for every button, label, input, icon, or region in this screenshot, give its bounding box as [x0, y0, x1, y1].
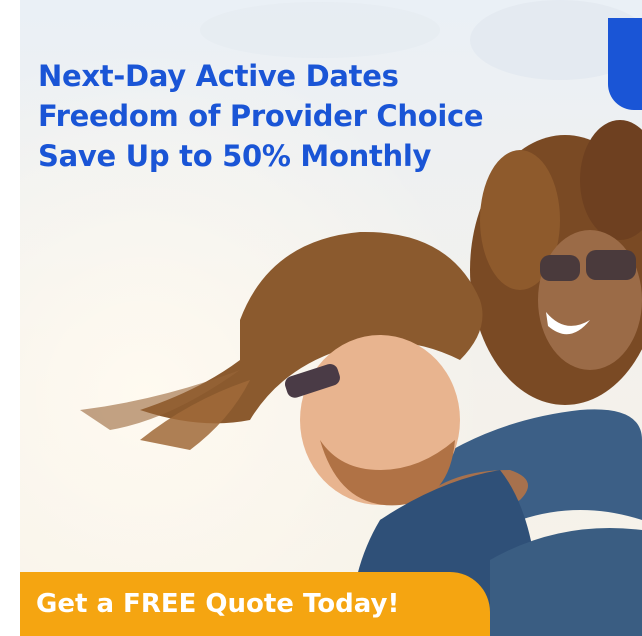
- headline-line-1: Next-Day Active Dates: [38, 59, 399, 93]
- left-margin: [0, 0, 20, 636]
- headline: Next-Day Active Dates Freedom of Provide…: [38, 56, 484, 176]
- headline-line-2: Freedom of Provider Choice: [38, 99, 484, 133]
- get-free-quote-button[interactable]: Get a FREE Quote Today!: [20, 572, 490, 636]
- corner-accent: [608, 18, 642, 110]
- ad-banner[interactable]: Next-Day Active Dates Freedom of Provide…: [0, 0, 642, 636]
- headline-line-3: Save Up to 50% Monthly: [38, 139, 432, 173]
